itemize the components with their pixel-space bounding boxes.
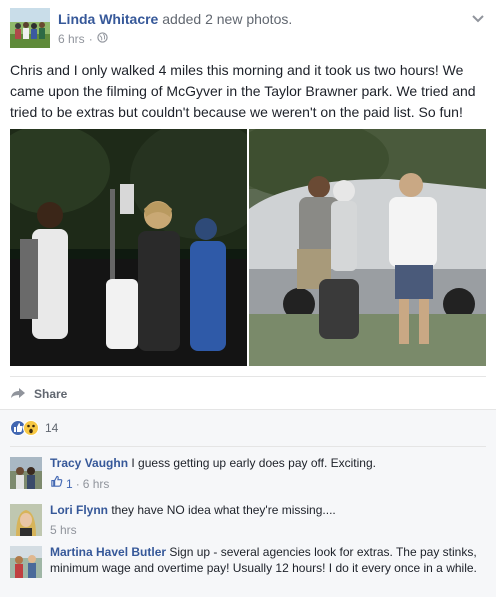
- comment-meta: 1 · 6 hrs: [50, 475, 484, 492]
- chevron-down-icon[interactable]: [470, 12, 486, 24]
- reaction-count: 14: [45, 421, 59, 435]
- comment-time[interactable]: 5 hrs: [50, 522, 77, 538]
- reaction-summary[interactable]: 14: [10, 420, 58, 436]
- post-title-line: Linda Whitacre added 2 new photos.: [58, 11, 292, 27]
- post-header: Linda Whitacre added 2 new photos. 6 hrs…: [10, 8, 486, 50]
- post-text: Chris and I only walked 4 miles this mor…: [10, 62, 476, 120]
- wow-reaction-icon: [23, 420, 39, 436]
- author-avatar[interactable]: [10, 8, 50, 48]
- commenter-name[interactable]: Tracy Vaughn: [50, 456, 128, 470]
- commenter-avatar[interactable]: [10, 546, 42, 578]
- commenter-name[interactable]: Martina Havel Butler: [50, 545, 166, 559]
- divider: [10, 376, 486, 377]
- meta-separator: ·: [88, 32, 93, 46]
- divider: [10, 446, 486, 447]
- comment-text: I guess getting up early does pay off. E…: [131, 456, 376, 470]
- comment-meta: 5 hrs: [50, 522, 484, 538]
- commenter-avatar[interactable]: [10, 457, 42, 489]
- comment-time[interactable]: 6 hrs: [83, 476, 110, 492]
- share-label: Share: [34, 387, 68, 401]
- comment-body: Tracy Vaughn I guess getting up early do…: [50, 455, 484, 492]
- comment-body: Martina Havel Butler Sign up - several a…: [50, 544, 484, 576]
- comment-like-count: 1: [66, 476, 73, 491]
- thumbs-up-icon[interactable]: [50, 475, 63, 492]
- meta-separator: ·: [75, 476, 80, 491]
- post-action: added 2 new photos.: [162, 11, 293, 27]
- photo-1[interactable]: [10, 129, 247, 366]
- author-name[interactable]: Linda Whitacre: [58, 11, 158, 27]
- commenter-avatar[interactable]: [10, 504, 42, 536]
- comment-body: Lori Flynn they have NO idea what they'r…: [50, 502, 484, 538]
- photo-grid: [10, 129, 486, 366]
- post-meta: 6 hrs ·: [58, 32, 108, 46]
- commenter-name[interactable]: Lori Flynn: [50, 503, 108, 517]
- globe-icon: [97, 32, 108, 46]
- facebook-post: Linda Whitacre added 2 new photos. 6 hrs…: [0, 0, 496, 597]
- photo-2[interactable]: [249, 129, 486, 366]
- post-time[interactable]: 6 hrs: [58, 32, 85, 46]
- comments-section: 14 Tracy Vaughn I guess getting up early…: [0, 409, 496, 597]
- comment-text: they have NO idea what they're missing..…: [111, 503, 336, 517]
- share-button[interactable]: Share: [10, 384, 67, 404]
- share-arrow-icon: [10, 387, 26, 402]
